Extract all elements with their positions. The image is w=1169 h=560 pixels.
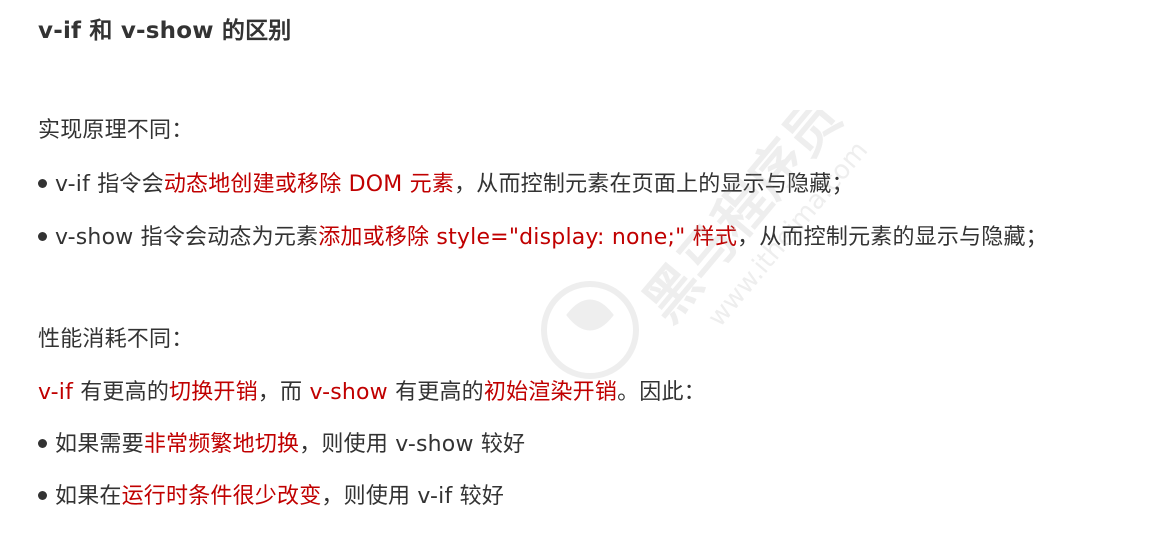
highlight-text: 添加或移除 style="display: none;" 样式 xyxy=(318,225,738,250)
watermark-brand-text: 黑马程序员 xyxy=(632,110,854,334)
summary-text: 有更高的 xyxy=(73,380,170,405)
highlight-text: 非常频繁地切换 xyxy=(143,432,300,457)
bullet-icon xyxy=(38,178,47,188)
list-item-text: ，从而控制元素在页面上的显示与隐藏； xyxy=(454,172,854,197)
list-item-text: 如果在 xyxy=(55,484,122,509)
highlight-text: v-if xyxy=(38,380,74,405)
list-item-text: ，则使用 v-if 较好 xyxy=(321,484,505,509)
summary-text: ，而 xyxy=(257,380,310,405)
highlight-text: 运行时条件很少改变 xyxy=(121,484,322,509)
highlight-text: 初始渲染开销 xyxy=(483,380,618,405)
list-item-text: 如果需要 xyxy=(55,432,144,457)
list-item-text: ，从而控制元素的显示与隐藏； xyxy=(737,225,1048,250)
document-page: v-if 和 v-show 的区别 实现原理不同： v-if 指令会动态地创建或… xyxy=(0,0,1169,560)
performance-summary: v-if 有更高的切换开销，而 v-show 有更高的初始渲染开销。因此： xyxy=(38,378,706,408)
summary-text: 有更高的 xyxy=(387,380,484,405)
list-item-frequent-toggle: 如果需要非常频繁地切换，则使用 v-show 较好 xyxy=(38,430,525,460)
summary-text: 。因此： xyxy=(617,380,706,405)
list-item-text: ，则使用 v-show 较好 xyxy=(299,432,526,457)
list-item-v-if-principle: v-if 指令会动态地创建或移除 DOM 元素，从而控制元素在页面上的显示与隐藏… xyxy=(38,170,854,200)
watermark-logo-icon xyxy=(541,281,639,379)
highlight-text: 切换开销 xyxy=(169,380,258,405)
list-item-text: v-if 指令会 xyxy=(55,172,164,197)
bullet-icon xyxy=(38,490,47,500)
section-heading-performance: 性能消耗不同： xyxy=(38,327,194,352)
list-item-v-show-principle: v-show 指令会动态为元素添加或移除 style="display: non… xyxy=(38,223,1048,253)
highlight-text: 动态地创建或移除 DOM 元素 xyxy=(163,172,455,197)
list-item-rare-change: 如果在运行时条件很少改变，则使用 v-if 较好 xyxy=(38,482,504,512)
bullet-icon xyxy=(38,231,47,241)
section-heading-principle: 实现原理不同： xyxy=(38,118,194,143)
list-item-text: v-show 指令会动态为元素 xyxy=(55,225,319,250)
page-title: v-if 和 v-show 的区别 xyxy=(38,18,292,44)
highlight-text: v-show xyxy=(309,380,388,405)
bullet-icon xyxy=(38,438,47,448)
